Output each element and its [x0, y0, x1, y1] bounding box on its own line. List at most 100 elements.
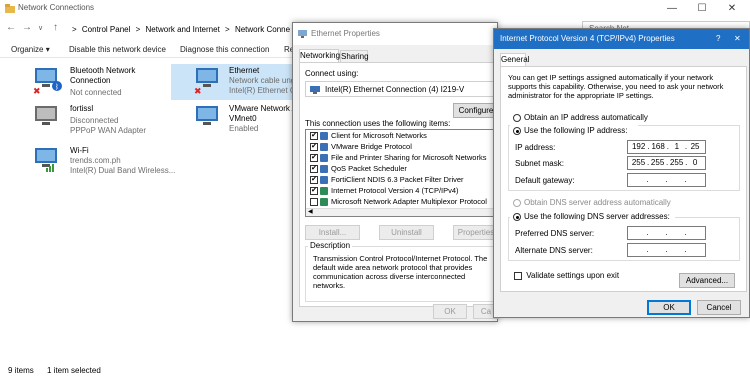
validate-checkbox[interactable] [514, 271, 522, 280]
component-label: File and Printer Sharing for Microsoft N… [331, 153, 487, 162]
component-item[interactable]: Microsoft Network Adapter Multiplexor Pr… [306, 196, 498, 207]
dialog-title: Internet Protocol Version 4 (TCP/IPv4) P… [500, 34, 675, 43]
intro-text: You can get IP settings assigned automat… [508, 73, 724, 100]
status-bar: 9 items 1 item selected [0, 363, 750, 379]
dialog-title: Ethernet Properties [311, 29, 380, 38]
use-dns-row[interactable]: Use the following DNS server addresses: [510, 211, 675, 223]
component-checkbox[interactable]: ✔ [310, 165, 318, 174]
connection-detail: PPPoP WAN Adapter [70, 126, 147, 135]
organize-button[interactable]: Organize ▾ [11, 45, 50, 54]
install-button[interactable]: Install... [305, 225, 360, 240]
cancel-button[interactable]: Cancel [697, 300, 741, 315]
obtain-dns-radio[interactable] [513, 199, 521, 207]
help-icon[interactable]: ? [716, 29, 720, 49]
svg-text:✖: ✖ [194, 87, 202, 94]
alternate-dns-field[interactable]: ... [627, 243, 706, 257]
tab-sharing[interactable]: Sharing [340, 50, 369, 62]
component-checkbox[interactable]: ✔ [310, 143, 318, 152]
component-icon [320, 198, 328, 207]
recent-locations-icon[interactable]: ∨ [38, 24, 43, 32]
connection-fortissl[interactable]: fortissl Disconnected PPPoP WAN Adapter [32, 102, 202, 138]
breadcrumb-network-internet[interactable]: Network and Internet [146, 25, 220, 34]
back-icon[interactable]: ← [6, 22, 16, 33]
network-adapter-icon [310, 86, 320, 94]
connection-status: VMnet0 [229, 114, 257, 123]
ip-octet: 1 [674, 142, 680, 151]
up-icon[interactable]: ↑ [53, 22, 58, 33]
breadcrumb-network-connections[interactable]: Network Conne [235, 25, 290, 34]
subnet-mask-field[interactable]: 255. 255. 255. 0 [627, 156, 706, 170]
component-checkbox[interactable]: ✔ [310, 132, 318, 141]
ipv4-properties-dialog: Internet Protocol Version 4 (TCP/IPv4) P… [493, 28, 750, 318]
component-icon [320, 154, 328, 163]
component-checkbox[interactable]: ✔ [310, 187, 318, 196]
minimize-button[interactable]: — [658, 0, 686, 17]
network-adapter-icon [196, 106, 218, 125]
breadcrumb-sep: > [225, 25, 230, 34]
connection-vmware[interactable]: VMware Network A VMnet0 Enabled [193, 102, 297, 138]
obtain-dns-label: Obtain DNS server address automatically [524, 198, 671, 207]
uninstall-button[interactable]: Uninstall [379, 225, 434, 240]
close-button[interactable]: ✕ [718, 0, 746, 17]
title-bar[interactable]: Network Connections — ☐ ✕ [0, 0, 750, 17]
alternate-dns-label: Alternate DNS server: [515, 246, 593, 255]
dialog-title-bar[interactable]: Internet Protocol Version 4 (TCP/IPv4) P… [494, 29, 749, 49]
component-checkbox[interactable]: ✔ [310, 154, 318, 163]
component-label: Microsoft Network Adapter Multiplexor Pr… [331, 197, 487, 206]
items-label: This connection uses the following items… [305, 119, 451, 128]
chevron-down-icon: ▾ [45, 45, 50, 54]
use-dns-radio[interactable] [513, 213, 521, 221]
ok-button[interactable]: OK [647, 300, 691, 315]
component-item[interactable]: ✔ FortiClient NDIS 6.3 Packet Filter Driv… [306, 174, 498, 185]
component-icon [320, 187, 328, 196]
component-item[interactable]: ✔ Client for Microsoft Networks [306, 130, 498, 141]
connection-detail: Intel(R) Ethernet C [229, 86, 296, 95]
advanced-button[interactable]: Advanced... [679, 273, 735, 288]
component-checkbox[interactable]: ✔ [310, 176, 318, 185]
preferred-dns-field[interactable]: ... [627, 226, 706, 240]
default-gateway-field[interactable]: ... [627, 173, 706, 187]
connection-ethernet[interactable]: ✖ Ethernet Network cable ung Intel(R) Et… [171, 64, 296, 100]
horizontal-scrollbar[interactable]: ◀ ▶ [306, 208, 498, 216]
component-item[interactable]: ✔ Internet Protocol Version 4 (TCP/IPv4) [306, 185, 498, 196]
components-list[interactable]: ✔ Client for Microsoft Networks ✔ VMware Br… [305, 129, 499, 217]
maximize-button[interactable]: ☐ [688, 0, 716, 17]
component-item[interactable]: ✔ VMware Bridge Protocol [306, 141, 498, 152]
scroll-left-icon[interactable]: ◀ [308, 208, 313, 215]
ip-address-field[interactable]: 192. 168. 1. 25 [627, 140, 706, 154]
ethernet-icon [298, 30, 307, 38]
tab-networking[interactable]: Networking [299, 49, 340, 62]
obtain-ip-radio[interactable] [513, 114, 521, 122]
breadcrumb-control-panel[interactable]: Control Panel [82, 25, 130, 34]
component-checkbox[interactable] [310, 198, 318, 207]
item-count: 9 items [8, 366, 34, 375]
mask-octet: 255 [631, 158, 646, 167]
close-icon[interactable]: ✕ [734, 29, 741, 49]
ok-button[interactable]: OK [433, 304, 467, 319]
diagnose-button[interactable]: Diagnose this connection [180, 45, 269, 54]
wifi-icon [35, 148, 57, 172]
obtain-ip-label: Obtain an IP address automatically [524, 113, 648, 122]
component-item[interactable]: ✔ File and Printer Sharing for Microsoft … [306, 152, 498, 163]
network-adapter-icon [35, 106, 57, 125]
default-gateway-label: Default gateway: [515, 176, 575, 185]
validate-checkbox-row[interactable]: Validate settings upon exit [514, 271, 619, 283]
disable-device-button[interactable]: Disable this network device [69, 45, 166, 54]
connection-wifi[interactable]: Wi-Fi trends.com.ph Intel(R) Dual Band W… [32, 144, 202, 180]
component-icon [320, 143, 328, 152]
ip-address-label: IP address: [515, 143, 556, 152]
connection-status: Not connected [70, 88, 122, 97]
breadcrumb[interactable]: > Control Panel > Network and Internet >… [72, 22, 292, 37]
use-ip-row[interactable]: Use the following IP address: [510, 125, 638, 137]
component-item[interactable]: ✔ QoS Packet Scheduler [306, 163, 498, 174]
component-label: Client for Microsoft Networks [331, 131, 427, 140]
connection-status: Disconnected [70, 116, 119, 125]
connection-detail: Intel(R) Dual Band Wireless... [70, 166, 176, 175]
connection-status: Network cable ung [229, 76, 296, 85]
use-ip-radio[interactable] [513, 127, 521, 135]
tab-general[interactable]: General [500, 53, 529, 66]
use-dns-label: Use the following DNS server addresses: [524, 212, 670, 221]
dialog-title-bar[interactable]: Ethernet Properties [293, 23, 497, 45]
svg-text:ᛒ: ᛒ [55, 83, 59, 91]
forward-icon[interactable]: → [22, 22, 32, 33]
